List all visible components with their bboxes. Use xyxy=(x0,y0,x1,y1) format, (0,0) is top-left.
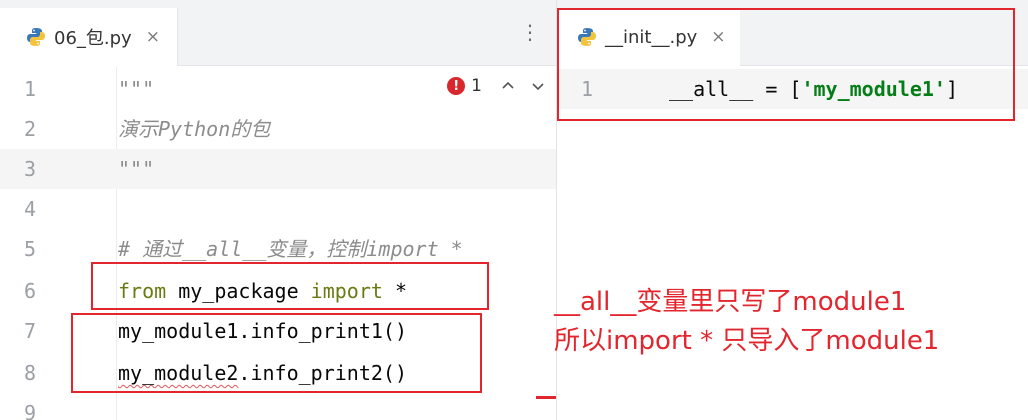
line-number: 5 xyxy=(23,237,37,261)
code-line-6: 6 from my_package import * xyxy=(0,271,556,311)
code-text: 演示Python的包 xyxy=(118,117,271,141)
python-file-icon xyxy=(578,28,596,46)
code-text: """ xyxy=(118,77,155,101)
code-line-5: 5 # 通过__all__变量，控制import * xyxy=(0,229,556,269)
all-assignment: __all__ = [ xyxy=(669,77,802,101)
chevron-up-icon[interactable] xyxy=(500,78,516,94)
right-code-editor[interactable]: 1 __all__ = ['my_module1'] xyxy=(557,67,1028,420)
code-line-2: 2 演示Python的包 xyxy=(0,109,556,149)
line-number: 1 xyxy=(23,77,37,101)
close-icon[interactable]: × xyxy=(146,27,160,47)
tab-label: __init__.py xyxy=(605,26,698,48)
code-line-9: 9 xyxy=(0,393,556,420)
close-icon[interactable]: × xyxy=(711,27,725,47)
annotation-note-1: __all__变量里只写了module1 xyxy=(554,287,907,317)
code-text: """ xyxy=(118,157,155,181)
chevron-down-icon[interactable] xyxy=(530,78,546,94)
line-number: 7 xyxy=(23,319,37,343)
annotation-dash xyxy=(536,396,556,399)
line-number: 9 xyxy=(23,401,37,420)
left-tab-bar: 06_包.py × ⋮ xyxy=(0,0,557,66)
line-number: 6 xyxy=(23,279,37,303)
inspection-widget[interactable]: ! 1 xyxy=(447,76,546,96)
code-text: my_module1.info_print1() xyxy=(118,319,407,343)
keyword-from: from xyxy=(118,279,167,303)
wildcard: * xyxy=(382,279,408,303)
code-comment: # 通过__all__变量，控制import * xyxy=(118,237,463,261)
right-tab-bar: __init__.py × xyxy=(557,0,1028,66)
line-number: 4 xyxy=(23,197,37,221)
tab-06-bao-py[interactable]: 06_包.py × xyxy=(0,8,178,66)
line-number: 3 xyxy=(23,157,37,181)
code-text: __all__ = ['my_module1'] xyxy=(669,69,958,109)
error-count: 1 xyxy=(471,76,482,96)
code-text: my_module2.info_print2() xyxy=(118,353,407,393)
python-file-icon xyxy=(27,28,45,46)
code-line-4: 4 xyxy=(0,189,556,229)
left-code-editor[interactable]: 1 """ 2 演示Python的包 3 """ 4 5 # 通过__all__… xyxy=(0,67,556,420)
more-options-icon[interactable]: ⋮ xyxy=(520,22,540,42)
error-icon: ! xyxy=(447,77,466,95)
line-number: 8 xyxy=(23,361,37,385)
keyword-import: import xyxy=(310,279,383,303)
call-text: .info_print2() xyxy=(238,361,407,385)
string-literal: 'my_module1' xyxy=(801,77,946,101)
line-number: 1 xyxy=(580,77,594,101)
tab-init-py[interactable]: __init__.py × xyxy=(557,8,740,66)
tab-label: 06_包.py xyxy=(54,28,132,49)
module-name: my_package xyxy=(166,279,311,303)
unresolved-reference[interactable]: my_module2 xyxy=(118,361,238,385)
annotation-note-2: 所以import * 只导入了module1 xyxy=(554,326,940,356)
code-line-1: 1 __all__ = ['my_module1'] xyxy=(557,69,1028,109)
code-line-8: 8 my_module2.info_print2() xyxy=(0,353,556,393)
line-number: 2 xyxy=(23,117,37,141)
code-line-7: 7 my_module1.info_print1() xyxy=(0,311,556,351)
code-text: from my_package import * xyxy=(118,271,407,311)
code-line-3: 3 """ xyxy=(0,149,556,189)
closing-bracket: ] xyxy=(945,77,958,101)
